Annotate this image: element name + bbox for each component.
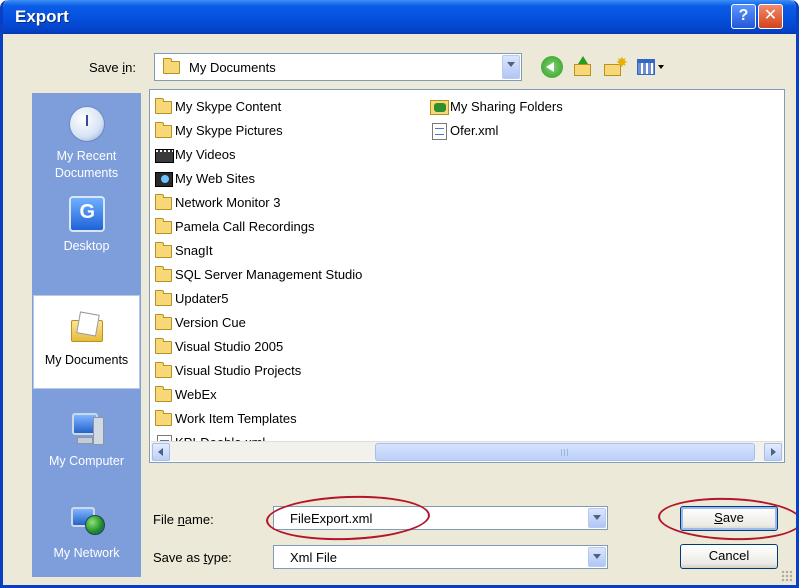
- place-my-documents[interactable]: My Documents: [33, 295, 140, 389]
- list-item[interactable]: Ofer.xml: [429, 120, 563, 144]
- up-folder-icon[interactable]: [572, 56, 594, 78]
- xml-file-icon: [432, 123, 447, 140]
- title-bar[interactable]: Export ? ✕: [3, 0, 796, 34]
- my-network-icon: [69, 503, 105, 539]
- save-in-dropdown-button[interactable]: [502, 55, 520, 79]
- list-item[interactable]: My Sharing Folders: [429, 96, 563, 120]
- video-folder-icon: [155, 149, 174, 163]
- recent-documents-icon: [68, 106, 105, 142]
- web-folder-icon: [155, 172, 173, 187]
- list-item[interactable]: WebEx: [154, 384, 362, 408]
- place-my-computer[interactable]: My Computer: [33, 411, 140, 470]
- folder-icon: [155, 362, 172, 378]
- folder-icon: [155, 410, 172, 426]
- folder-icon: [155, 338, 172, 354]
- annotation-ellipse-file-name: [265, 493, 431, 543]
- scroll-left-button[interactable]: [152, 443, 170, 461]
- horizontal-scrollbar[interactable]: [151, 441, 783, 461]
- list-item[interactable]: SnagIt: [154, 240, 362, 264]
- list-item[interactable]: Updater5: [154, 288, 362, 312]
- save-in-value: My Documents: [189, 60, 276, 75]
- place-desktop[interactable]: Desktop: [33, 196, 140, 255]
- file-column-1: My Skype Content My Skype Pictures My Vi…: [154, 96, 362, 456]
- save-as-type-dropdown-button[interactable]: [588, 547, 606, 567]
- place-label: My Computer: [48, 454, 125, 468]
- place-label: My Network: [53, 546, 120, 560]
- scroll-right-button[interactable]: [764, 443, 782, 461]
- folder-icon: [155, 218, 172, 234]
- annotation-ellipse-save: [657, 495, 796, 543]
- list-item[interactable]: My Skype Pictures: [154, 120, 362, 144]
- folder-icon: [155, 122, 172, 138]
- list-item[interactable]: My Videos: [154, 144, 362, 168]
- file-column-2: My Sharing Folders Ofer.xml: [429, 96, 563, 144]
- place-label: My Documents: [44, 353, 129, 367]
- folder-icon: [155, 194, 172, 210]
- list-item[interactable]: SQL Server Management Studio: [154, 264, 362, 288]
- list-item[interactable]: Version Cue: [154, 312, 362, 336]
- folder-icon: [155, 242, 172, 258]
- desktop-icon: [68, 196, 105, 232]
- folder-icon: [163, 58, 180, 74]
- place-label: My Recent Documents: [54, 149, 119, 180]
- list-item[interactable]: My Web Sites: [154, 168, 362, 192]
- place-label: Desktop: [63, 239, 110, 253]
- help-button[interactable]: ?: [731, 4, 756, 29]
- file-name-dropdown-button[interactable]: [588, 508, 606, 528]
- close-button[interactable]: ✕: [758, 4, 783, 29]
- export-dialog: Export ? ✕ Save in: My Documents ✸ My Re…: [0, 0, 799, 588]
- shared-folder-icon: [430, 100, 449, 115]
- list-item[interactable]: Pamela Call Recordings: [154, 216, 362, 240]
- back-icon[interactable]: [541, 56, 563, 78]
- window-title: Export: [15, 7, 69, 26]
- file-name-label: File name:: [153, 512, 214, 527]
- save-in-combo[interactable]: My Documents: [154, 53, 522, 81]
- list-item[interactable]: Network Monitor 3: [154, 192, 362, 216]
- folder-icon: [155, 98, 172, 114]
- folder-icon: [155, 290, 172, 306]
- folder-icon: [155, 266, 172, 282]
- folder-icon: [155, 386, 172, 402]
- save-in-label: Save in:: [89, 60, 136, 75]
- list-item[interactable]: Visual Studio Projects: [154, 360, 362, 384]
- save-as-type-label: Save as type:: [153, 550, 232, 565]
- file-list[interactable]: My Skype Content My Skype Pictures My Vi…: [149, 89, 785, 463]
- list-item[interactable]: Visual Studio 2005: [154, 336, 362, 360]
- places-bar: My Recent Documents Desktop My Documents…: [32, 93, 141, 577]
- my-documents-icon: [69, 310, 105, 346]
- views-menu-icon[interactable]: [637, 56, 667, 78]
- list-item[interactable]: Work Item Templates: [154, 408, 362, 432]
- scroll-thumb[interactable]: [375, 443, 755, 461]
- my-computer-icon: [69, 411, 105, 447]
- cancel-button[interactable]: Cancel: [680, 544, 778, 569]
- save-as-type-value: Xml File: [290, 550, 337, 565]
- list-item[interactable]: My Skype Content: [154, 96, 362, 120]
- folder-icon: [155, 314, 172, 330]
- place-my-recent-documents[interactable]: My Recent Documents: [33, 106, 140, 182]
- resize-grip[interactable]: [781, 570, 793, 582]
- save-as-type-select[interactable]: Xml File: [273, 545, 608, 569]
- new-folder-icon[interactable]: ✸: [603, 55, 628, 78]
- place-my-network[interactable]: My Network: [33, 503, 140, 562]
